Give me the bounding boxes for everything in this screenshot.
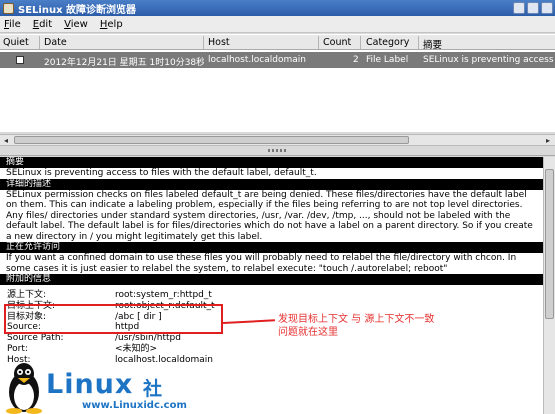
scroll-left-icon[interactable]: ◂ <box>1 136 11 145</box>
alert-category: File Label <box>366 55 409 65</box>
summary-text: SELinux is preventing access to files wi… <box>6 168 317 178</box>
additional-info-heading: 附加的信息 <box>0 274 543 285</box>
alert-count: 2 <box>353 55 359 65</box>
scroll-thumb[interactable] <box>14 136 409 144</box>
description-text: SELinux permission checks on files label… <box>6 189 533 242</box>
detail-vertical-scrollbar[interactable] <box>543 157 555 414</box>
alert-host: localhost.localdomain <box>208 55 306 65</box>
description-heading: 详细的描述 <box>0 178 543 190</box>
alert-row[interactable]: 2012年12月21日 星期五 1时10分38秒 localhost.local… <box>0 52 555 68</box>
info-row-source-path: Source Path:/usr/sbin/httpd <box>7 333 181 344</box>
app-icon <box>3 2 14 14</box>
column-quiet[interactable]: Quiet <box>3 37 29 48</box>
alert-date: 2012年12月21日 星期五 1时10分38秒 <box>44 58 204 68</box>
pane-splitter[interactable] <box>0 146 555 156</box>
alert-summary: SELinux is preventing access to <box>423 55 555 65</box>
tux-penguin-icon <box>6 363 42 414</box>
list-horizontal-scrollbar[interactable]: ◂ ▸ <box>0 134 555 146</box>
column-host[interactable]: Host <box>208 37 230 48</box>
column-category[interactable]: Category <box>366 37 409 48</box>
info-row-port: Port: <未知的> <box>7 343 158 354</box>
menu-edit[interactable]: Edit <box>33 19 52 30</box>
scroll-right-icon[interactable]: ▸ <box>543 136 553 145</box>
linuxidc-watermark: Linux 社 www.Linuxidc.com <box>0 360 232 414</box>
quiet-checkbox[interactable] <box>16 56 24 64</box>
menu-view[interactable]: View <box>64 19 88 30</box>
grip-icon <box>268 149 288 152</box>
window-title-bar: SELinux 故障诊断浏览器 <box>0 0 555 16</box>
info-row-source-context: 源上下文: root:system_r:httpd_t <box>7 290 212 300</box>
window-title: SELinux 故障诊断浏览器 <box>18 4 137 16</box>
close-button[interactable] <box>541 2 553 14</box>
column-summary[interactable]: 摘要 <box>423 37 442 51</box>
minimize-button[interactable] <box>513 2 525 14</box>
maximize-button[interactable] <box>527 2 539 14</box>
annotation-text: 发现目标上下文 与 源上下文不一致 问题就在这里 <box>278 314 435 338</box>
detail-scroll-thumb[interactable] <box>545 169 554 319</box>
alert-list: 2012年12月21日 星期五 1时10分38秒 localhost.local… <box>0 50 555 132</box>
alert-list-header: Quiet Date Host Count Category 摘要 <box>0 34 555 51</box>
allow-access-text: If you want a confined domain to use the… <box>6 253 517 274</box>
column-count[interactable]: Count <box>323 37 351 48</box>
menu-bar: File Edit View Help <box>0 16 555 33</box>
menu-file[interactable]: File <box>4 19 21 30</box>
column-date[interactable]: Date <box>44 37 67 48</box>
menu-help[interactable]: Help <box>100 19 123 30</box>
summary-heading: 摘要 <box>0 157 543 168</box>
context-highlight-box <box>4 304 223 334</box>
allow-access-heading: 正在允许访问 <box>0 242 543 253</box>
